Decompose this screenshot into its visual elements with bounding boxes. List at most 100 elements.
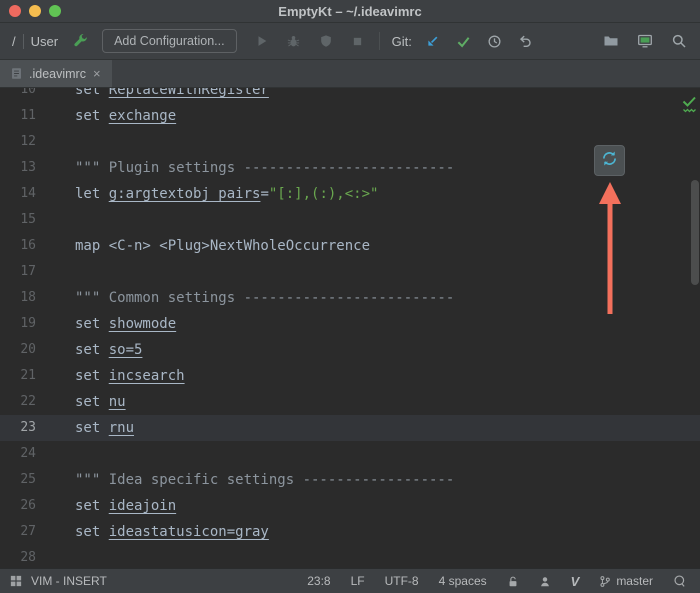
toolwindow-switcher-icon[interactable] xyxy=(10,575,22,587)
coverage-icon[interactable] xyxy=(317,32,335,50)
code-line-27[interactable]: 27set ideastatusicon=gray xyxy=(0,519,700,545)
code-line-14[interactable]: 14let g:argtextobj_pairs="[:],(:),<:>" xyxy=(0,181,700,207)
add-configuration-button[interactable]: Add Configuration... xyxy=(102,29,237,53)
code-text: set ReplaceWithRegister xyxy=(66,88,269,103)
vim-mode-indicator: VIM - INSERT xyxy=(31,574,107,588)
code-line-18[interactable]: 18""" Common settings ------------------… xyxy=(0,285,700,311)
encoding-widget[interactable]: UTF-8 xyxy=(385,574,419,588)
line-number: 14 xyxy=(0,181,66,207)
breadcrumb-separator xyxy=(23,34,24,49)
toolbar-right-icons xyxy=(602,32,688,50)
caret-position-widget[interactable]: 23:8 xyxy=(307,574,330,588)
run-controls xyxy=(253,32,367,50)
code-line-16[interactable]: 16map <C-n> <Plug>NextWholeOccurrence xyxy=(0,233,700,259)
editor[interactable]: 10set ReplaceWithRegister11set exchange1… xyxy=(0,88,700,568)
code-line-28[interactable]: 28 xyxy=(0,545,700,568)
debug-icon[interactable] xyxy=(285,32,303,50)
search-everywhere-icon[interactable] xyxy=(670,32,688,50)
code-line-19[interactable]: 19set showmode xyxy=(0,311,700,337)
code-line-15[interactable]: 15 xyxy=(0,207,700,233)
commit-icon[interactable] xyxy=(455,32,473,50)
update-project-icon[interactable] xyxy=(424,32,442,50)
git-label: Git: xyxy=(392,34,412,49)
line-number: 20 xyxy=(0,337,66,363)
code-text: set ideajoin xyxy=(66,493,176,519)
refresh-icon xyxy=(601,150,618,172)
code-line-25[interactable]: 25""" Idea specific settings -----------… xyxy=(0,467,700,493)
highlighting-level-icon[interactable] xyxy=(539,575,551,588)
line-number: 12 xyxy=(0,129,66,155)
ide-window: EmptyKt – ~/.ideavimrc / User Add Config… xyxy=(0,0,700,593)
code-text xyxy=(66,129,75,155)
editor-tab-bar: .ideavimrc × xyxy=(0,60,700,88)
status-bar: VIM - INSERT 23:8 LF UTF-8 4 spaces V ma… xyxy=(0,568,700,593)
code-text: map <C-n> <Plug>NextWholeOccurrence xyxy=(66,233,370,259)
code-text xyxy=(66,545,75,568)
line-number: 22 xyxy=(0,389,66,415)
code-line-21[interactable]: 21set incsearch xyxy=(0,363,700,389)
traffic-lights xyxy=(9,5,61,17)
git-branch-widget[interactable]: master xyxy=(599,574,653,588)
code-line-11[interactable]: 11set exchange xyxy=(0,103,700,129)
line-number: 26 xyxy=(0,493,66,519)
line-number: 15 xyxy=(0,207,66,233)
close-window-button[interactable] xyxy=(9,5,21,17)
scrollbar-thumb[interactable] xyxy=(691,180,699,285)
project-folder-icon[interactable] xyxy=(602,32,620,50)
line-number: 25 xyxy=(0,467,66,493)
code-line-20[interactable]: 20set so=5 xyxy=(0,337,700,363)
line-number: 24 xyxy=(0,441,66,467)
breadcrumb-item-users[interactable]: User xyxy=(31,34,58,49)
code-line-23[interactable]: 23set rnu xyxy=(0,415,700,441)
tab-label: .ideavimrc xyxy=(29,67,86,81)
window-title: EmptyKt – ~/.ideavimrc xyxy=(0,4,700,19)
line-number: 19 xyxy=(0,311,66,337)
line-number: 28 xyxy=(0,545,66,568)
reload-ideavimrc-button[interactable] xyxy=(594,145,625,176)
run-icon[interactable] xyxy=(253,32,271,50)
notifications-icon[interactable] xyxy=(673,574,686,588)
code-line-10[interactable]: 10set ReplaceWithRegister xyxy=(0,88,700,103)
code-line-24[interactable]: 24 xyxy=(0,441,700,467)
vcs-controls xyxy=(424,32,535,50)
tab-close-icon[interactable]: × xyxy=(92,67,102,80)
monitor-icon[interactable] xyxy=(636,32,654,50)
line-number: 27 xyxy=(0,519,66,545)
line-number: 11 xyxy=(0,103,66,129)
line-number: 17 xyxy=(0,259,66,285)
title-bar: EmptyKt – ~/.ideavimrc xyxy=(0,0,700,23)
toolbar-divider xyxy=(379,32,380,50)
stop-icon[interactable] xyxy=(349,32,367,50)
code-line-26[interactable]: 26set ideajoin xyxy=(0,493,700,519)
code-text xyxy=(66,441,75,467)
line-number: 18 xyxy=(0,285,66,311)
indent-widget[interactable]: 4 spaces xyxy=(439,574,487,588)
lock-icon[interactable] xyxy=(507,575,519,588)
tab-ideavimrc[interactable]: .ideavimrc × xyxy=(0,60,112,87)
ideavim-icon[interactable]: V xyxy=(571,574,580,589)
code-text: set showmode xyxy=(66,311,176,337)
main-toolbar: / User Add Configuration... Git: xyxy=(0,23,700,60)
file-icon xyxy=(10,67,23,80)
branch-name: master xyxy=(616,574,653,588)
line-separator-widget[interactable]: LF xyxy=(351,574,365,588)
zoom-window-button[interactable] xyxy=(49,5,61,17)
branch-icon xyxy=(599,575,611,588)
history-icon[interactable] xyxy=(486,32,504,50)
code-text xyxy=(66,207,75,233)
tools-wrench-icon[interactable] xyxy=(72,32,90,50)
code-text: set rnu xyxy=(66,415,134,441)
code-text: """ Common settings --------------------… xyxy=(66,285,454,311)
code-text: let g:argtextobj_pairs="[:],(:),<:>" xyxy=(66,181,378,207)
code-line-17[interactable]: 17 xyxy=(0,259,700,285)
code-text: set so=5 xyxy=(66,337,142,363)
code-text: set exchange xyxy=(66,103,176,129)
line-number: 10 xyxy=(0,88,66,103)
minimize-window-button[interactable] xyxy=(29,5,41,17)
code-line-22[interactable]: 22set nu xyxy=(0,389,700,415)
line-number: 23 xyxy=(0,415,66,441)
breadcrumb-root[interactable]: / xyxy=(12,34,16,49)
inspections-status-icon[interactable] xyxy=(682,96,697,118)
code-text: """ Plugin settings --------------------… xyxy=(66,155,454,181)
rollback-icon[interactable] xyxy=(517,32,535,50)
